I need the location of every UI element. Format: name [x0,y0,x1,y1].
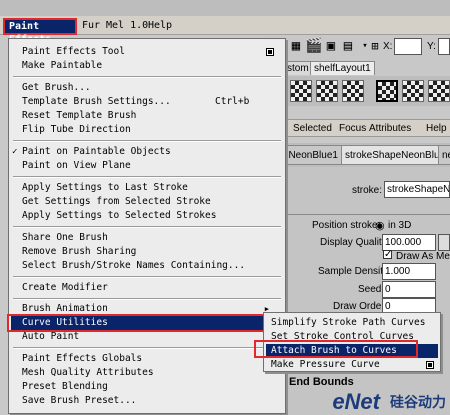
shelf-tab-custom[interactable]: stom [283,61,313,75]
menu-item-paint-on-view-plane[interactable]: Paint on View Plane [11,159,283,173]
ae-menu-focus[interactable]: Focus [339,123,366,134]
menu-item-save-brush-preset[interactable]: Save Brush Preset... [11,394,283,408]
callout-highlight-curve-utilities [7,314,267,332]
menu-item-get-settings-selected-stroke[interactable]: Get Settings from Selected Stroke [11,195,283,209]
menu-item-apply-settings-last-stroke[interactable]: Apply Settings to Last Stroke [11,181,283,195]
checker-icon-2[interactable] [316,80,338,102]
menu-item-preset-blending[interactable]: Preset Blending [11,380,283,394]
sample-density-field[interactable]: 1.000 [382,263,436,280]
ipr-icon[interactable]: ▤ [339,38,357,55]
menu-item-share-one-brush[interactable]: Share One Brush [11,231,283,245]
menu-item-make-paintable[interactable]: Make Paintable [11,59,283,73]
ae-tab-stroke-shape[interactable]: strokeShapeNeonBlue1 [341,145,450,165]
radio-selected-icon[interactable]: ◉ [375,219,385,232]
menu-item-paint-on-paintable-objects[interactable]: ✓ Paint on Paintable Objects [11,145,283,159]
clapper-icon[interactable]: 🎬 [305,38,323,55]
menu-item-remove-brush-sharing[interactable]: Remove Brush Sharing [11,245,283,259]
enet-logo: eNet [332,389,380,414]
menu-item-template-brush-settings[interactable]: Template Brush Settings... Ctrl+b [11,95,283,109]
window-title-strip [0,0,450,16]
menu-separator [13,276,281,278]
option-box-icon[interactable] [266,48,274,56]
ae-tab-more[interactable]: ne [438,145,450,165]
menu-separator [13,140,281,142]
ae-menu-help[interactable]: Help [426,123,447,134]
x-label: X: [383,41,393,52]
menu-item-paint-effects-tool[interactable]: Paint Effects Tool [11,45,283,59]
menu-separator [13,298,281,300]
menu-item-label: Template Brush Settings... [22,96,171,107]
y-field[interactable] [438,38,450,55]
menu-item-get-brush[interactable]: Get Brush... [11,81,283,95]
checker-icon-1[interactable] [290,80,312,102]
checker-icon-6[interactable] [428,80,450,102]
menu-item-label: Brush Animation [22,303,108,314]
position-stroke-value: in 3D [388,220,412,231]
stroke-name-field[interactable]: strokeShapeNeon [384,181,450,198]
checker-icon-4[interactable] [376,80,398,102]
enet-logo-cn: 硅谷动力 [390,395,446,411]
draw-order-label: Draw Order [333,301,385,312]
position-stroke-label: Position stroke: [312,220,381,231]
checker-icon-5[interactable] [402,80,424,102]
menu-item-apply-settings-selected-strokes[interactable]: Apply Settings to Selected Strokes [11,209,283,223]
menu-item-mesh-quality-attributes[interactable]: Mesh Quality Attributes [11,366,283,380]
draw-as-mesh-checkbox[interactable]: ✓ [383,250,392,260]
shelf-tab-layout1[interactable]: shelfLayout1 [310,61,375,75]
option-box-icon[interactable] [426,361,434,369]
menu-item-flip-tube-direction[interactable]: Flip Tube Direction [11,123,283,137]
draw-as-mesh-label: Draw As Mesh [396,251,450,262]
paint-effects-menu: Paint Effects Tool Make Paintable Get Br… [8,38,286,414]
transform-icon[interactable]: ⊞ [366,38,384,55]
menu-fur[interactable]: Fur [82,19,100,33]
menu-mel[interactable]: Mel 1.0 [106,19,148,33]
seed-label: Seed [358,284,382,295]
menu-separator [13,176,281,178]
y-label: Y: [427,41,436,52]
end-bounds-header[interactable]: End Bounds [289,376,354,388]
display-quality-label: Display Quality [320,237,387,248]
menu-item-select-brush-stroke-names[interactable]: Select Brush/Stroke Names Containing... [11,259,283,273]
menu-separator [13,226,281,228]
menu-help[interactable]: Help [148,19,172,33]
menu-item-paint-effects-globals[interactable]: Paint Effects Globals [11,352,283,366]
grid-icon[interactable]: ▦ [287,38,305,55]
checker-icon-3[interactable] [342,80,364,102]
menu-item-label: Make Pressure Curve [271,359,380,370]
menu-item-auto-paint[interactable]: Auto Paint▶ [11,330,283,344]
slider-icon[interactable] [438,234,450,251]
menu-item-reset-template-brush[interactable]: Reset Template Brush [11,109,283,123]
menu-item-create-modifier[interactable]: Create Modifier [11,281,283,295]
sample-density-label: Sample Density [318,266,389,277]
divider [265,214,450,215]
menu-item-label: Paint on Paintable Objects [22,146,171,157]
shortcut-label: Ctrl+b [215,96,250,107]
x-field[interactable] [394,38,422,55]
ae-menu-selected[interactable]: Selected [293,123,332,134]
submenu-item-simplify-stroke-path[interactable]: Simplify Stroke Path Curves [266,316,438,330]
submenu-item-make-pressure-curve[interactable]: Make Pressure Curve [266,358,438,372]
callout-highlight-attach-brush [254,340,418,358]
seed-field[interactable]: 0 [382,281,436,298]
menu-item-label: Auto Paint [22,331,80,342]
menu-separator [13,347,281,349]
main-menubar: Paint Effects Fur Mel 1.0 Help [0,16,450,45]
checkmark-icon: ✓ [12,147,18,157]
stroke-label: stroke: [352,185,383,196]
menu-separator [13,76,281,78]
render-icon[interactable]: ▣ [322,38,340,55]
attribute-editor-menubar: Selected Focus Attributes Help [265,119,450,137]
ae-menu-attributes[interactable]: Attributes [369,123,411,134]
menu-item-label: Paint Effects Tool [22,46,125,57]
menu-paint-effects[interactable]: Paint Effects [3,18,77,45]
